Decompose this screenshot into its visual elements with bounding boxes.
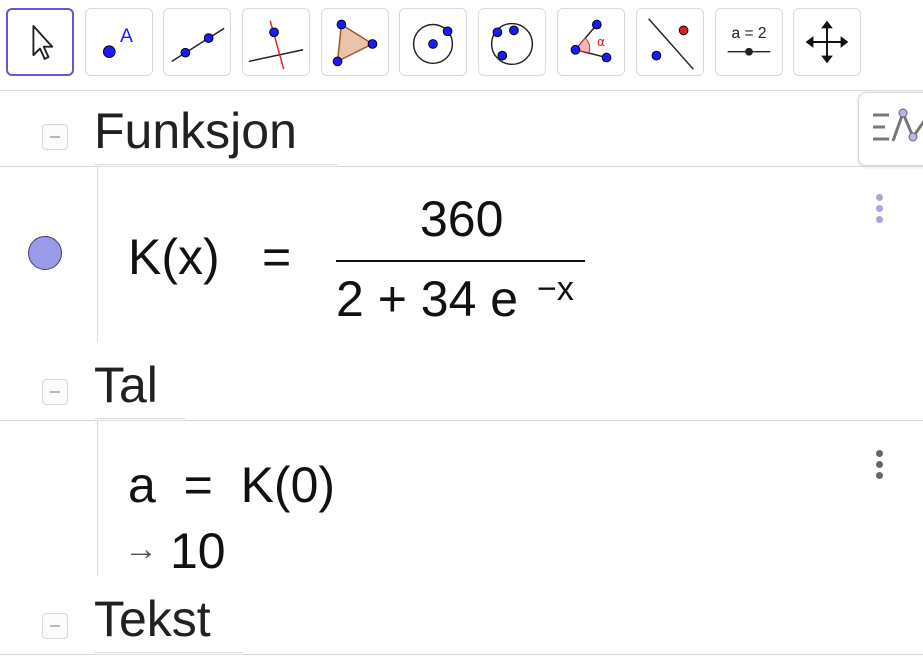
dot-icon <box>876 461 883 468</box>
formula-lhs: K(x) <box>128 229 220 285</box>
slider-icon: a = 2 <box>727 25 771 56</box>
circle-through-three-points-icon <box>490 22 534 66</box>
dot-icon <box>876 472 883 479</box>
dot-icon <box>876 194 883 201</box>
formula-equals: = <box>262 229 292 285</box>
formula-exponent: −x <box>537 270 574 308</box>
reflect-about-line-icon <box>648 18 694 70</box>
tool-point[interactable]: A <box>85 8 153 76</box>
tool-circle-three-points[interactable] <box>478 8 546 76</box>
tool-perpendicular[interactable] <box>242 8 310 76</box>
pointer-arrow-icon <box>32 25 54 60</box>
formula-denominator: 2 + 34 e <box>336 271 519 327</box>
tool-polygon[interactable] <box>321 8 389 76</box>
move-graphics-view-icon <box>805 20 849 64</box>
perpendicular-line-icon <box>248 20 304 70</box>
row-divider <box>0 420 923 421</box>
group-underline <box>95 164 338 165</box>
group-underline <box>95 652 243 653</box>
circle-with-center-icon <box>412 23 454 65</box>
tool-move-graphics-view[interactable] <box>793 8 861 76</box>
polygon-icon <box>332 19 378 67</box>
tool-slider[interactable]: a = 2 <box>715 8 783 76</box>
output-arrow: → <box>124 530 158 568</box>
collapse-tekst-button[interactable] <box>42 613 68 639</box>
group-title-tekst: Tekst <box>94 591 211 647</box>
angle-icon: α <box>570 19 612 63</box>
graph-icon <box>873 108 923 142</box>
formula-input: a = K(0) <box>128 457 336 513</box>
toolbar: A α a = 2 <box>0 0 923 91</box>
tool-reflect[interactable] <box>636 8 704 76</box>
graphics-view-toggle[interactable] <box>858 92 923 166</box>
svg-text:a = 2: a = 2 <box>732 25 767 42</box>
collapse-tal-button[interactable] <box>42 379 68 405</box>
formula-output: 10 <box>170 523 226 579</box>
svg-text:α: α <box>597 34 605 49</box>
formula-numerator: 360 <box>420 191 504 247</box>
dot-icon <box>876 450 883 457</box>
point-icon: A <box>102 25 133 59</box>
group-title-tal: Tal <box>94 357 158 413</box>
tool-line[interactable] <box>163 8 231 76</box>
collapse-funksjon-button[interactable] <box>42 124 68 150</box>
group-title-funksjon: Funksjon <box>94 103 297 159</box>
dot-icon <box>876 205 883 212</box>
visibility-marble[interactable] <box>28 236 62 270</box>
entry-menu-button[interactable] <box>874 194 884 228</box>
line-through-two-points-icon <box>171 27 225 63</box>
svg-text:A: A <box>120 25 133 47</box>
row-divider <box>0 166 923 167</box>
row-divider <box>0 654 923 655</box>
fraction-line <box>336 260 585 262</box>
tool-angle[interactable]: α <box>557 8 625 76</box>
tool-move[interactable] <box>6 8 74 76</box>
entry-menu-button[interactable] <box>874 450 884 484</box>
dot-icon <box>876 216 883 223</box>
tool-circle-center[interactable] <box>399 8 467 76</box>
entry-separator <box>97 421 98 576</box>
entry-separator <box>97 167 98 342</box>
group-underline <box>95 418 185 419</box>
